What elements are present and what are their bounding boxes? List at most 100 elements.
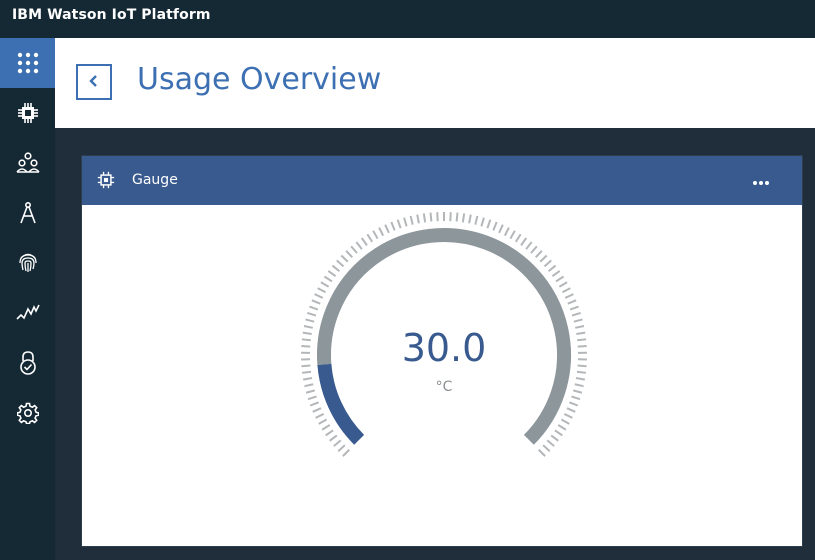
gauge-tick	[307, 311, 317, 317]
gauge-tick	[366, 233, 374, 243]
gauge-tick	[569, 305, 579, 311]
gauge-tick	[303, 325, 313, 329]
sidebar-item-risk[interactable]	[0, 338, 55, 388]
gauge-tick	[403, 217, 408, 227]
gauge: 30.0 °C	[301, 212, 587, 457]
gauge-tick	[325, 429, 334, 437]
gauge-tick	[318, 418, 328, 425]
gauge-tick	[305, 318, 315, 323]
sidebar-item-security[interactable]	[0, 238, 55, 288]
gauge-tick	[509, 230, 516, 240]
chevron-left-icon	[88, 73, 100, 92]
gauge-tick	[336, 259, 345, 268]
gauge-tick	[566, 407, 576, 413]
gauge-tick	[301, 338, 311, 342]
sidebar-item-devices[interactable]	[0, 88, 55, 138]
overflow-menu-icon	[752, 171, 770, 190]
gauge-tick	[474, 215, 479, 225]
gauge-tick	[538, 449, 546, 457]
gauge-tick	[564, 293, 574, 299]
gauge-tick	[550, 434, 559, 442]
gauge-tick	[577, 364, 587, 368]
gauge-tick	[315, 413, 325, 419]
gauge-tick	[560, 418, 570, 425]
gauge-tick	[577, 345, 587, 348]
app-title: IBM Watson IoT Platform	[12, 7, 211, 23]
gauge-tick	[301, 345, 311, 348]
gauge-tick	[568, 401, 579, 407]
gauge-tick	[557, 424, 567, 431]
gauge-tick	[327, 270, 337, 278]
fingerprint-icon	[17, 252, 39, 274]
gauge-fill	[317, 363, 365, 445]
gauge-tick	[422, 213, 427, 223]
sidebar-item-rules[interactable]	[0, 188, 55, 238]
gauge-tick	[302, 370, 312, 374]
gauge-tick	[329, 434, 338, 442]
gauge-tick	[542, 444, 551, 452]
gauge-tick	[551, 270, 561, 278]
chip-icon	[97, 171, 115, 193]
card-overflow-menu-button[interactable]	[744, 168, 778, 192]
gauge-tick	[468, 214, 472, 224]
gauge-tick	[503, 227, 510, 237]
gauge-tick	[345, 250, 353, 259]
activity-icon	[15, 303, 40, 323]
gear-icon	[16, 402, 39, 424]
gauge-tick	[309, 401, 320, 407]
gauge-tick	[311, 299, 321, 305]
sidebar-item-apps[interactable]	[0, 38, 55, 88]
gauge-tick	[577, 338, 587, 342]
page-title: Usage Overview	[137, 62, 382, 97]
gauge-tick	[575, 325, 585, 329]
gauge-tick	[555, 275, 565, 283]
gauge-tick	[378, 227, 385, 237]
gauge-tick	[573, 318, 583, 323]
gauge-tick	[429, 212, 433, 222]
gauge-tick	[409, 215, 414, 225]
gauge-tick	[554, 429, 563, 437]
gauge-tick	[576, 370, 586, 374]
chip-icon	[17, 102, 39, 124]
lock-check-icon	[18, 351, 38, 375]
gauge-tick	[331, 264, 341, 273]
gauge-tick	[396, 219, 402, 229]
gauge-tick	[320, 281, 330, 288]
gauge-tick	[558, 281, 568, 288]
page-header: Usage Overview	[55, 38, 815, 128]
gauge-tick	[561, 287, 571, 294]
gauge-tick	[563, 413, 573, 419]
gauge-tick	[514, 233, 522, 243]
gauge-unit: °C	[436, 379, 453, 395]
gauge-tick	[305, 389, 316, 394]
back-button[interactable]	[76, 64, 112, 100]
gauge-tick	[307, 395, 317, 401]
sidebar-item-members[interactable]	[0, 138, 55, 188]
gauge-tick	[567, 299, 577, 305]
gauge-tick	[302, 377, 313, 381]
gauge-tick	[535, 250, 543, 259]
gauge-tick	[498, 224, 504, 234]
gauge-tick	[547, 264, 557, 273]
gauge-tick	[571, 395, 581, 401]
sidebar-item-analytics[interactable]	[0, 288, 55, 338]
gauge-tick	[304, 383, 314, 388]
gauge-card: Gauge 30.0 °C	[82, 156, 802, 546]
gauge-tick	[360, 237, 368, 246]
gauge-tick	[520, 237, 528, 246]
gauge-tick	[571, 311, 581, 317]
gauge-tick	[337, 444, 346, 452]
gauge-tick	[312, 407, 322, 413]
sidebar-item-settings[interactable]	[0, 388, 55, 438]
gauge-tick	[461, 213, 466, 223]
sidebar	[0, 38, 55, 560]
gauge-tick	[455, 212, 459, 222]
gauge-tick	[486, 219, 492, 229]
gauge-tick	[384, 224, 390, 234]
gauge-tick	[480, 217, 485, 227]
gauge-tick	[546, 439, 555, 447]
gauge-tick	[301, 364, 311, 368]
gauge-tick	[350, 245, 358, 254]
gauge-tick	[314, 293, 324, 299]
compass-icon	[18, 201, 38, 225]
